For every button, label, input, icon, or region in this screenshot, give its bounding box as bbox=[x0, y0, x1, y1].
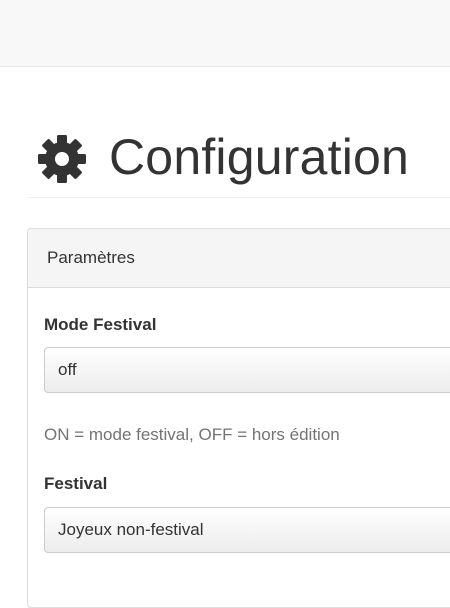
mode-festival-label: Mode Festival bbox=[44, 315, 157, 334]
mode-festival-help: ON = mode festival, OFF = hors édition bbox=[44, 425, 340, 444]
page-title: Configuration bbox=[109, 129, 410, 185]
page-header: Configuration bbox=[27, 118, 450, 198]
festival-label: Festival bbox=[44, 474, 108, 493]
top-navbar bbox=[0, 0, 450, 67]
festival-select[interactable]: Joyeux non-festival bbox=[44, 507, 450, 553]
gear-icon bbox=[38, 135, 86, 183]
mode-festival-select[interactable]: off bbox=[44, 347, 450, 393]
panel-heading: Paramètres bbox=[28, 229, 450, 288]
